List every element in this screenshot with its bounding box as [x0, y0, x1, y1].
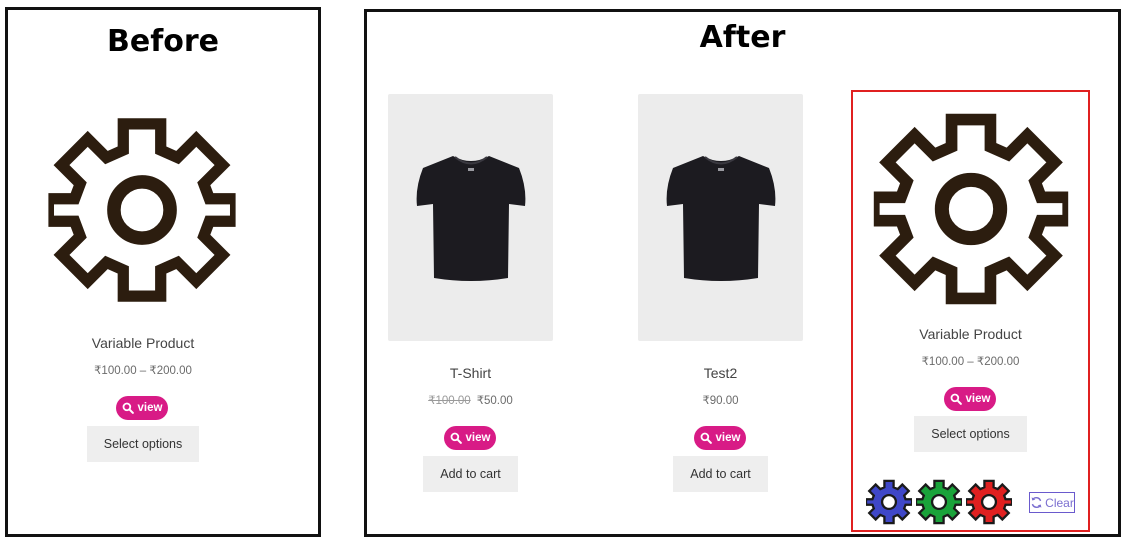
tshirt-icon: [661, 148, 781, 288]
red-gear-swatch[interactable]: [966, 479, 1012, 525]
green-gear-swatch[interactable]: [916, 479, 962, 525]
gear-icon: [863, 101, 1079, 317]
view-button[interactable]: view: [116, 396, 168, 420]
gear-icon: [38, 106, 246, 314]
view-label: view: [715, 432, 741, 444]
product-name[interactable]: Test2: [638, 365, 803, 381]
refresh-icon: [1031, 497, 1042, 508]
product-name[interactable]: T-Shirt: [388, 365, 553, 381]
sale-price: ₹50.00: [476, 395, 513, 407]
select-options-button[interactable]: Select options: [87, 426, 199, 462]
clear-button[interactable]: Clear: [1029, 492, 1075, 513]
view-label: view: [137, 402, 163, 414]
product-price: ₹90.00: [702, 395, 739, 407]
panel-title: Before: [106, 24, 220, 59]
before-panel: Before Variable Product ₹100.00 – ₹200.0…: [5, 7, 321, 537]
view-label: view: [465, 432, 491, 444]
product-image[interactable]: [638, 94, 803, 341]
old-price: ₹100.00: [428, 395, 471, 407]
view-button[interactable]: view: [944, 387, 996, 411]
search-icon: [950, 393, 962, 405]
view-label: view: [965, 393, 991, 405]
panel-title: After: [699, 20, 786, 55]
search-icon: [122, 402, 134, 414]
search-icon: [450, 432, 462, 444]
product-name[interactable]: Variable Product: [8, 335, 278, 351]
add-to-cart-button[interactable]: Add to cart: [423, 456, 518, 492]
product-price: ₹100.00 – ₹200.00: [921, 356, 1020, 368]
view-button[interactable]: view: [444, 426, 496, 450]
product-price: ₹100.00 ₹50.00: [388, 393, 553, 407]
after-panel: After T-Shirt ₹100.00 ₹50.00 view Add to …: [364, 9, 1121, 537]
product-image[interactable]: [388, 94, 553, 341]
product-name[interactable]: Variable Product: [851, 326, 1090, 342]
add-to-cart-button[interactable]: Add to cart: [673, 456, 768, 492]
view-button[interactable]: view: [694, 426, 746, 450]
tshirt-icon: [411, 148, 531, 288]
search-icon: [700, 432, 712, 444]
blue-gear-swatch[interactable]: [866, 479, 912, 525]
select-options-button[interactable]: Select options: [914, 416, 1027, 452]
clear-label: Clear: [1045, 495, 1074, 510]
product-price: ₹100.00 – ₹200.00: [94, 365, 192, 377]
